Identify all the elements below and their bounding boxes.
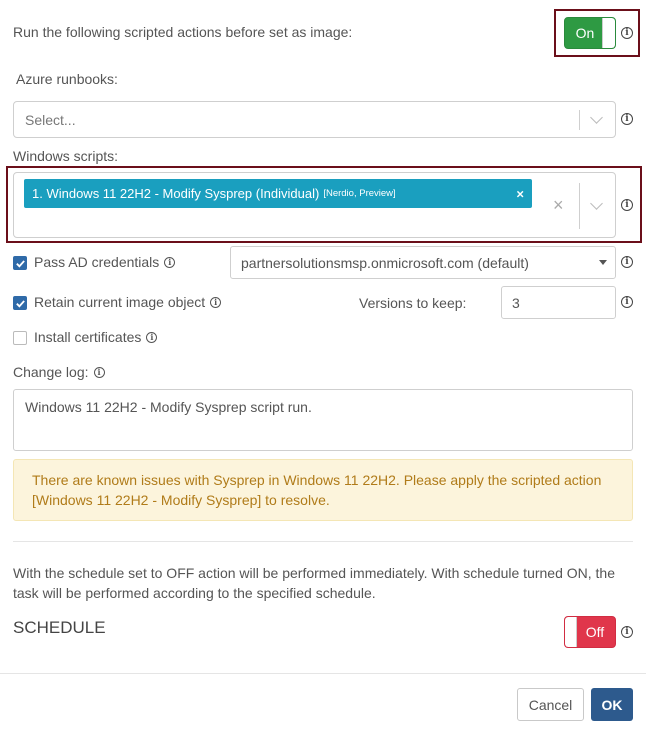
retain-image-label-wrap: Retain current image object i bbox=[34, 294, 222, 310]
info-icon[interactable]: i bbox=[621, 256, 633, 268]
pass-ad-label-wrap: Pass AD credentials i bbox=[34, 254, 176, 270]
change-log-textarea[interactable]: Windows 11 22H2 - Modify Sysprep script … bbox=[13, 389, 633, 451]
section-divider bbox=[13, 541, 633, 542]
retain-image-checkbox[interactable] bbox=[13, 296, 27, 310]
sysprep-warning-alert: There are known issues with Sysprep in W… bbox=[13, 459, 633, 521]
install-certificates-label-wrap: Install certificates i bbox=[34, 329, 158, 345]
info-icon[interactable]: i bbox=[621, 27, 633, 39]
azure-runbooks-label: Azure runbooks: bbox=[16, 71, 118, 87]
chip-script-name: 1. Windows 11 22H2 - Modify Sysprep (Ind… bbox=[32, 186, 320, 201]
cancel-button[interactable]: Cancel bbox=[517, 688, 584, 721]
toggle-knob bbox=[602, 18, 615, 48]
info-icon[interactable]: i bbox=[146, 331, 158, 343]
ad-domain-value: partnersolutionsmsp.onmicrosoft.com (def… bbox=[241, 254, 529, 271]
chevron-down-icon[interactable] bbox=[590, 197, 603, 210]
select-separator bbox=[579, 183, 580, 229]
check-icon bbox=[15, 299, 25, 308]
info-icon[interactable]: i bbox=[621, 113, 633, 125]
run-scripts-toggle-label: On bbox=[575, 25, 595, 41]
chip-remove-icon[interactable]: × bbox=[516, 186, 524, 201]
change-log-value: Windows 11 22H2 - Modify Sysprep script … bbox=[25, 399, 312, 415]
run-scripts-toggle[interactable]: On bbox=[564, 17, 616, 49]
ok-button[interactable]: OK bbox=[591, 688, 633, 721]
azure-runbooks-select[interactable]: Select... bbox=[13, 101, 616, 138]
pass-ad-checkbox[interactable] bbox=[13, 256, 27, 270]
azure-runbooks-placeholder: Select... bbox=[25, 111, 76, 128]
info-icon[interactable]: i bbox=[164, 256, 176, 268]
versions-label: Versions to keep: bbox=[359, 295, 467, 311]
change-log-label-wrap: Change log: i bbox=[13, 364, 105, 380]
windows-scripts-label: Windows scripts: bbox=[13, 148, 119, 164]
caret-down-icon bbox=[599, 260, 607, 265]
schedule-note: With the schedule set to OFF action will… bbox=[13, 565, 615, 601]
clear-icon[interactable]: × bbox=[553, 195, 564, 216]
check-icon bbox=[15, 259, 25, 268]
windows-scripts-select[interactable]: 1. Windows 11 22H2 - Modify Sysprep (Ind… bbox=[13, 172, 616, 238]
pass-ad-label: Pass AD credentials bbox=[34, 254, 160, 270]
schedule-title: SCHEDULE bbox=[13, 618, 106, 637]
versions-input[interactable]: 3 bbox=[501, 286, 616, 319]
info-icon[interactable]: i bbox=[210, 296, 222, 308]
chip-script-tags: [Nerdio, Preview] bbox=[323, 188, 396, 199]
footer-divider bbox=[0, 673, 646, 674]
select-separator bbox=[579, 110, 580, 130]
change-log-label: Change log: bbox=[13, 364, 89, 380]
install-certificates-checkbox[interactable] bbox=[13, 331, 27, 345]
info-icon[interactable]: i bbox=[621, 626, 633, 638]
windows-script-chip: 1. Windows 11 22H2 - Modify Sysprep (Ind… bbox=[24, 179, 532, 208]
info-icon[interactable]: i bbox=[621, 199, 633, 211]
retain-image-label: Retain current image object bbox=[34, 294, 206, 310]
schedule-toggle-label: Off bbox=[585, 624, 605, 640]
ad-domain-select[interactable]: partnersolutionsmsp.onmicrosoft.com (def… bbox=[230, 246, 616, 279]
info-icon[interactable]: i bbox=[621, 296, 633, 308]
schedule-toggle[interactable]: Off bbox=[564, 616, 616, 648]
chevron-down-icon[interactable] bbox=[590, 111, 603, 124]
info-icon[interactable]: i bbox=[93, 366, 105, 378]
run-scripts-label: Run the following scripted actions befor… bbox=[13, 24, 353, 40]
versions-value: 3 bbox=[512, 294, 520, 311]
install-certificates-label: Install certificates bbox=[34, 329, 142, 345]
